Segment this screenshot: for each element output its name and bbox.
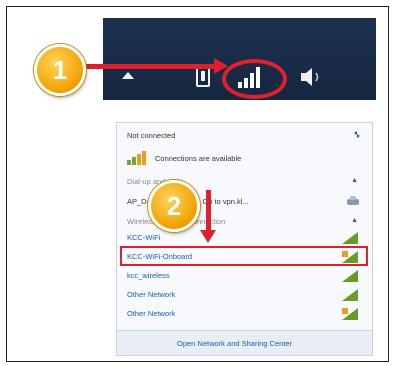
chevron-up-icon[interactable]: ▲ [351, 217, 358, 224]
annotation-arrow-1 [74, 64, 222, 69]
annotation-arrow-2 [206, 190, 211, 232]
selected-network-highlight [120, 246, 368, 266]
network-name: kcc_wireless [127, 271, 170, 280]
open-network-sharing-center-link[interactable]: Open Network and Sharing Center [177, 339, 292, 348]
show-hidden-icons-arrow-icon[interactable] [122, 72, 134, 79]
chevron-up-icon[interactable]: ▲ [351, 177, 358, 184]
wifi-signal-icon [342, 289, 358, 301]
network-name: KCC-WiFi [127, 233, 161, 242]
network-row[interactable]: Other Network [117, 286, 372, 304]
network-name: Other Network [127, 309, 176, 318]
wifi-signal-icon [342, 270, 358, 282]
refresh-icon[interactable] [352, 130, 362, 139]
connections-available-icon [127, 151, 151, 165]
wifi-signal-icon [342, 232, 358, 244]
speaker-icon[interactable] [300, 66, 324, 88]
network-flyout-panel: Not connected Connections are available … [116, 122, 373, 356]
vpn-icon [347, 196, 359, 205]
secured-wifi-signal-icon [342, 308, 358, 320]
panel-footer: Open Network and Sharing Center [117, 330, 372, 355]
wifi-icon-highlight-ring [222, 59, 287, 99]
network-row[interactable]: Other Network [117, 305, 372, 323]
annotation-arrow-1-head [214, 58, 228, 74]
connections-available-text: Connections are available [155, 154, 242, 163]
annotation-arrow-2-head [200, 230, 216, 243]
step-badge-2: 2 [148, 180, 200, 232]
connection-status-text: Not connected [127, 131, 176, 140]
device-icon[interactable] [196, 67, 210, 87]
step-badge-1: 1 [34, 44, 86, 96]
network-name: Other Network [127, 290, 176, 299]
network-row[interactable]: KCC-WiFi [117, 229, 372, 247]
network-row[interactable]: kcc_wireless [117, 267, 372, 285]
